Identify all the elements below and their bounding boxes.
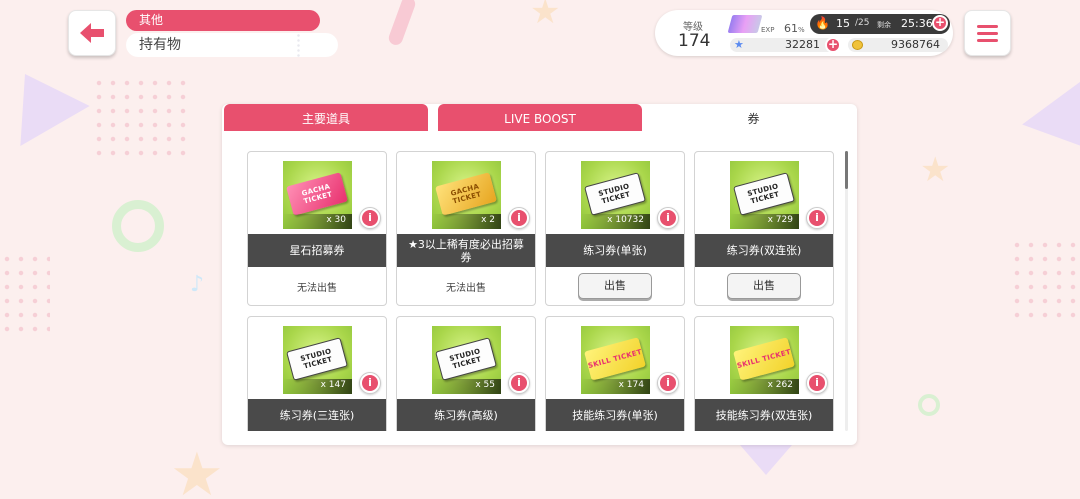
gem-counter: ★ 32281 — [730, 38, 840, 52]
item-quantity: x 2 — [481, 215, 495, 225]
info-icon: i — [809, 210, 825, 226]
page-title: 持有物 — [126, 33, 338, 57]
ticket-icon: STUDIO TICKET — [584, 172, 646, 216]
item-name: 练习券(高级) — [397, 399, 535, 431]
bg-ring — [918, 394, 940, 416]
info-icon: i — [362, 375, 378, 391]
item-name: 技能练习券(双连张) — [695, 399, 833, 431]
ticket-icon: GACHA TICKET — [286, 172, 348, 216]
item-name: 星石招募券 — [248, 234, 386, 267]
bg-star: ★ — [170, 440, 224, 499]
back-button[interactable] — [68, 10, 116, 56]
info-button[interactable]: i — [657, 372, 679, 394]
info-icon: i — [511, 210, 527, 226]
ticket-icon: SKILL TICKET — [733, 337, 795, 381]
item-card[interactable]: SKILL TICKET x 174 i 技能练习券(单张) — [545, 316, 685, 431]
scrollbar-thumb[interactable] — [845, 151, 848, 189]
item-quantity: x 10732 — [607, 215, 644, 225]
info-button[interactable]: i — [657, 207, 679, 229]
info-button[interactable]: i — [359, 372, 381, 394]
sell-button[interactable]: 出售 — [578, 273, 652, 299]
item-quantity: x 262 — [767, 380, 793, 390]
item-name: ★3以上稀有度必出招募券 — [397, 234, 535, 267]
coin-counter: 9368764 — [848, 38, 948, 52]
info-button[interactable]: i — [806, 372, 828, 394]
item-card[interactable]: SKILL TICKET x 262 i 技能练习券(双连张) — [694, 316, 834, 431]
tab-tickets[interactable]: 券 — [652, 104, 855, 131]
tab-live-boost[interactable]: LIVE BOOST — [438, 104, 642, 131]
remain-time: 25:36 — [901, 17, 933, 30]
bg-stroke — [386, 0, 418, 47]
info-icon: i — [809, 375, 825, 391]
bg-note: ♪ — [190, 272, 205, 297]
stamina-value: 15 — [836, 17, 850, 30]
gem-icon: ★ — [734, 38, 744, 51]
item-name: 练习券(三连张) — [248, 399, 386, 431]
item-card[interactable]: STUDIO TICKET x 10732 i 练习券(单张) 出售 — [545, 151, 685, 306]
add-gem-button[interactable]: + — [825, 37, 841, 53]
item-quantity: x 55 — [475, 380, 495, 390]
info-button[interactable]: i — [508, 207, 530, 229]
info-button[interactable]: i — [508, 372, 530, 394]
ticket-icon: STUDIO TICKET — [733, 172, 795, 216]
item-card[interactable]: STUDIO TICKET x 729 i 练习券(双连张) 出售 — [694, 151, 834, 306]
add-stamina-button[interactable]: + — [932, 15, 948, 31]
ticket-icon: SKILL TICKET — [584, 337, 646, 381]
exp-value: 61 — [784, 22, 798, 35]
bg-dots — [0, 252, 50, 336]
info-button[interactable]: i — [359, 207, 381, 229]
bg-ring — [112, 200, 164, 252]
scrollbar-track[interactable] — [845, 151, 848, 431]
item-grid[interactable]: GACHA TICKET x 30 i 星石招募券 无法出售 GACHA TIC… — [247, 151, 837, 431]
stamina-bar: 🔥 15 /25 剩余 25:36 — [810, 14, 950, 34]
exp-unit: % — [798, 26, 805, 34]
unsellable-label: 无法出售 — [297, 283, 337, 294]
item-card[interactable]: STUDIO TICKET x 147 i 练习券(三连张) — [247, 316, 387, 431]
player-status: 等级 174 EXP 61 % 🔥 15 /25 剩余 25:36 + ★ 32… — [655, 10, 953, 56]
unsellable-label: 无法出售 — [446, 283, 486, 294]
stamina-max: /25 — [855, 18, 870, 28]
level-value: 174 — [678, 31, 711, 51]
menu-icon — [977, 24, 998, 28]
back-arrow-icon — [80, 23, 104, 43]
info-button[interactable]: i — [806, 207, 828, 229]
inventory-panel: 主要道具 LIVE BOOST 券 GACHA TICKET x 30 i 星石… — [222, 104, 857, 445]
sell-button[interactable]: 出售 — [727, 273, 801, 299]
page-title-box: 其他 持有物 — [126, 10, 340, 57]
ticket-icon: STUDIO TICKET — [435, 337, 497, 381]
bg-triangle — [740, 445, 792, 475]
bg-star: ★ — [920, 150, 951, 190]
item-quantity: x 30 — [326, 215, 346, 225]
bg-triangle — [0, 54, 90, 146]
info-icon: i — [362, 210, 378, 226]
info-icon: i — [660, 210, 676, 226]
item-quantity: x 729 — [767, 215, 793, 225]
info-icon: i — [660, 375, 676, 391]
page-category: 其他 — [126, 10, 320, 31]
ticket-icon: GACHA TICKET — [435, 172, 497, 216]
remain-label: 剩余 — [877, 21, 891, 29]
coin-icon — [852, 40, 863, 50]
bg-triangle — [1022, 68, 1080, 152]
tab-main-items[interactable]: 主要道具 — [224, 104, 428, 131]
item-card[interactable]: GACHA TICKET x 30 i 星石招募券 无法出售 — [247, 151, 387, 306]
exp-gauge — [727, 15, 763, 33]
ticket-icon: STUDIO TICKET — [286, 337, 348, 381]
item-quantity: x 174 — [618, 380, 644, 390]
flame-icon: 🔥 — [815, 16, 830, 30]
item-name: 技能练习券(单张) — [546, 399, 684, 431]
menu-button[interactable] — [964, 10, 1011, 56]
bg-dots — [92, 76, 190, 160]
gem-value: 32281 — [785, 38, 820, 51]
item-card[interactable]: GACHA TICKET x 2 i ★3以上稀有度必出招募券 无法出售 — [396, 151, 536, 306]
coin-value: 9368764 — [891, 38, 940, 51]
bg-dots — [1010, 238, 1080, 322]
item-name: 练习券(双连张) — [695, 234, 833, 267]
item-quantity: x 147 — [320, 380, 346, 390]
info-icon: i — [511, 375, 527, 391]
item-card[interactable]: STUDIO TICKET x 55 i 练习券(高级) — [396, 316, 536, 431]
bg-star: ★ — [530, 0, 561, 32]
exp-label: EXP — [761, 26, 775, 34]
item-name: 练习券(单张) — [546, 234, 684, 267]
